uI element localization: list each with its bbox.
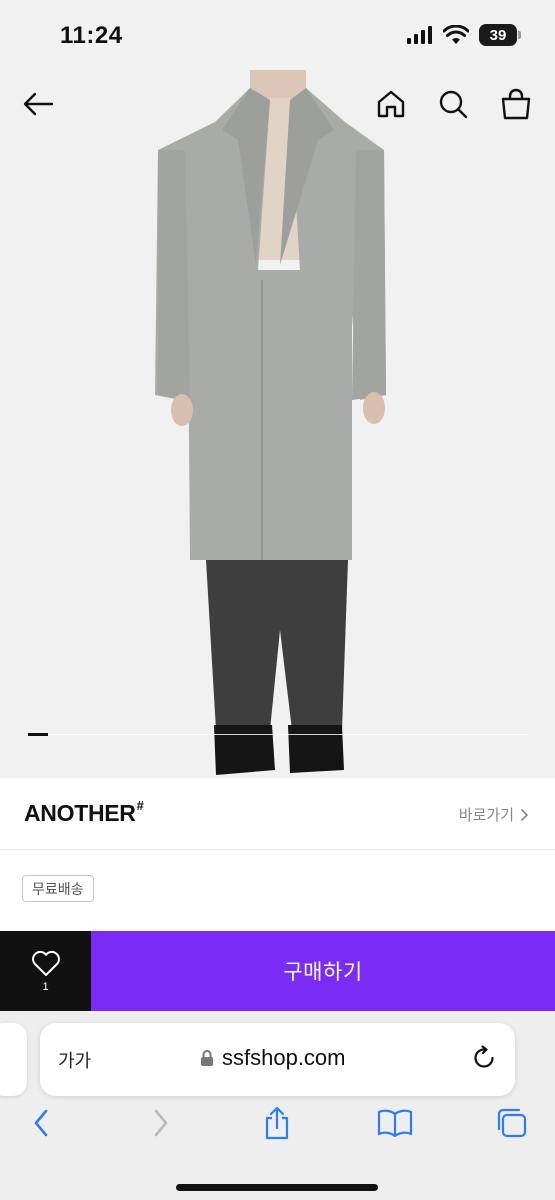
- brand-shortcut-label: 바로가기: [458, 807, 514, 824]
- status-time: 11:24: [60, 22, 123, 49]
- reload-icon: [474, 1045, 494, 1068]
- brand-name: ANOTHER#: [24, 798, 144, 827]
- browser-toolbar: [0, 1101, 555, 1151]
- url-text: ssfshop.com: [222, 1045, 346, 1070]
- like-button[interactable]: 1: [0, 931, 91, 1011]
- brand-name-text: ANOTHER: [24, 800, 136, 826]
- tabs-button[interactable]: [490, 1101, 534, 1145]
- brand-mark: #: [136, 798, 144, 813]
- share-icon: [265, 1106, 289, 1140]
- search-button[interactable]: [429, 80, 477, 128]
- address-bar[interactable]: 가가 ssfshop.com: [40, 1023, 515, 1096]
- forward-icon: [154, 1109, 168, 1137]
- brand-row[interactable]: ANOTHER# 바로가기: [0, 778, 555, 850]
- reload-button[interactable]: [471, 1045, 497, 1076]
- like-count: 1: [42, 980, 49, 993]
- browser-chrome: 가가 ssfshop.com: [0, 1011, 555, 1200]
- shopping-bag-icon: [501, 88, 531, 120]
- text-size-button[interactable]: 가가: [58, 1047, 91, 1073]
- free-shipping-badge: 무료배송: [22, 875, 94, 902]
- product-top-nav: [0, 80, 555, 140]
- slide-indicator: [28, 733, 48, 736]
- back-button[interactable]: [14, 80, 62, 128]
- battery-level: 39: [489, 26, 507, 44]
- search-icon: [439, 90, 468, 119]
- back-arrow-icon: [23, 92, 54, 116]
- brand-shortcut-link[interactable]: 바로가기: [459, 804, 529, 825]
- wifi-icon: [443, 25, 469, 44]
- cellular-signal-icon: [407, 26, 432, 44]
- browser-forward-button[interactable]: [139, 1101, 183, 1145]
- url-display[interactable]: ssfshop.com: [200, 1045, 346, 1071]
- home-icon: [377, 90, 405, 118]
- home-indicator: [176, 1184, 378, 1191]
- share-button[interactable]: [255, 1101, 299, 1145]
- lock-icon: [201, 1050, 213, 1066]
- bookmarks-button[interactable]: [373, 1101, 417, 1145]
- status-icons: 39: [407, 24, 521, 46]
- previous-tab-card[interactable]: [0, 1023, 27, 1096]
- product-image-carousel[interactable]: [0, 70, 555, 778]
- chevron-right-icon: [520, 808, 529, 821]
- battery-icon: 39: [479, 24, 521, 46]
- buy-button[interactable]: 구매하기: [91, 931, 555, 1011]
- browser-back-button[interactable]: [19, 1101, 63, 1145]
- bookmarks-icon: [377, 1109, 413, 1137]
- purchase-bar: 1 구매하기: [0, 931, 555, 1011]
- back-icon: [34, 1109, 48, 1137]
- cart-button[interactable]: [492, 80, 540, 128]
- product-photo: [0, 70, 555, 778]
- tabs-icon: [497, 1108, 527, 1138]
- home-button[interactable]: [367, 80, 415, 128]
- status-bar: 11:24 39: [0, 0, 555, 70]
- heart-icon: [31, 950, 60, 976]
